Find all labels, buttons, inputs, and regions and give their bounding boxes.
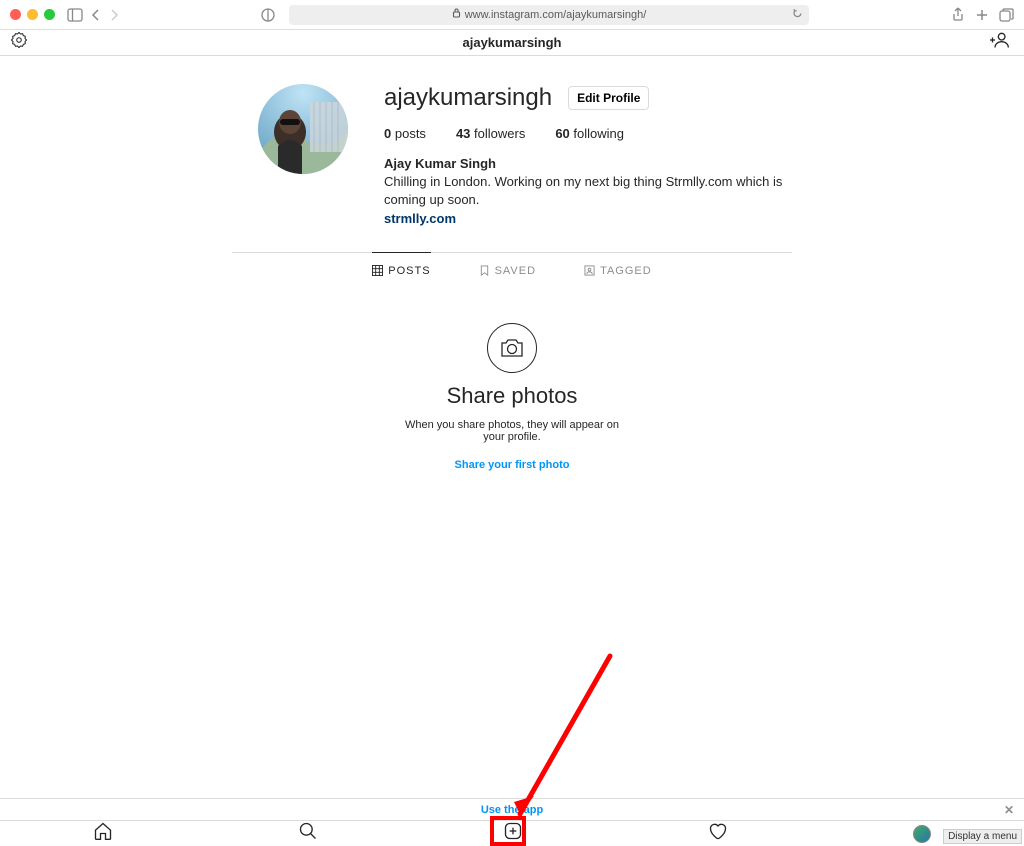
share-icon[interactable] — [951, 7, 965, 22]
following-stat[interactable]: 60 following — [555, 126, 624, 141]
username: ajaykumarsingh — [384, 84, 552, 112]
close-banner-icon[interactable]: ✕ — [1004, 803, 1014, 817]
edit-profile-button[interactable]: Edit Profile — [568, 86, 649, 110]
nav-home-icon[interactable] — [93, 821, 113, 846]
page-header: ajaykumarsingh — [0, 30, 1024, 56]
tabs-overview-icon[interactable] — [999, 7, 1014, 22]
tab-label: POSTS — [388, 265, 430, 277]
forward-icon[interactable] — [109, 9, 119, 21]
privacy-shield-icon[interactable] — [261, 8, 275, 22]
window-controls — [10, 9, 55, 20]
discover-people-icon[interactable] — [990, 31, 1010, 54]
tab-label: SAVED — [495, 265, 536, 277]
empty-state: Share photos When you share photos, they… — [0, 323, 1024, 471]
empty-title: Share photos — [447, 383, 578, 409]
display-name: Ajay Kumar Singh — [384, 155, 796, 173]
profile-tabs: POSTS SAVED TAGGED — [0, 253, 1024, 287]
tab-label: TAGGED — [600, 265, 652, 277]
bottom-nav — [0, 820, 1024, 846]
tab-saved[interactable]: SAVED — [479, 253, 536, 287]
tab-posts[interactable]: POSTS — [372, 252, 430, 287]
profile-stats: 0 posts 43 followers 60 following — [384, 126, 796, 141]
profile-section: ajaykumarsingh Edit Profile 0 posts 43 f… — [212, 84, 812, 228]
url-text: www.instagram.com/ajaykumarsingh/ — [465, 9, 647, 21]
back-icon[interactable] — [91, 9, 101, 21]
avatar-image — [258, 84, 348, 174]
posts-stat[interactable]: 0 posts — [384, 126, 426, 141]
nav-create-icon[interactable] — [503, 821, 523, 846]
use-app-banner: Use the app ✕ — [0, 798, 1024, 820]
share-first-photo-link[interactable]: Share your first photo — [455, 459, 570, 471]
bookmark-icon — [479, 265, 490, 276]
minimize-window-icon[interactable] — [27, 9, 38, 20]
lock-icon — [452, 8, 461, 21]
sidebar-toggle-icon[interactable] — [67, 8, 83, 22]
page-title: ajaykumarsingh — [463, 35, 562, 50]
tab-tagged[interactable]: TAGGED — [584, 253, 652, 287]
empty-text: When you share photos, they will appear … — [402, 419, 622, 443]
bio-link[interactable]: strmlly.com — [384, 210, 796, 228]
browser-toolbar: www.instagram.com/ajaykumarsingh/ — [0, 0, 1024, 30]
nav-profile-icon[interactable] — [913, 825, 931, 843]
nav-activity-icon[interactable] — [708, 821, 728, 846]
tagged-icon — [584, 265, 595, 276]
status-tooltip: Display a menu — [943, 829, 1022, 844]
reload-icon[interactable] — [792, 8, 803, 22]
avatar[interactable] — [258, 84, 348, 174]
settings-icon[interactable] — [10, 31, 28, 54]
close-window-icon[interactable] — [10, 9, 21, 20]
grid-icon — [372, 265, 383, 276]
bio-text: Chilling in London. Working on my next b… — [384, 173, 796, 209]
camera-icon — [487, 323, 537, 373]
url-bar[interactable]: www.instagram.com/ajaykumarsingh/ — [289, 5, 809, 25]
maximize-window-icon[interactable] — [44, 9, 55, 20]
nav-search-icon[interactable] — [298, 821, 318, 846]
use-app-link[interactable]: Use the app — [481, 804, 543, 816]
new-tab-icon[interactable] — [975, 7, 989, 22]
followers-stat[interactable]: 43 followers — [456, 126, 525, 141]
